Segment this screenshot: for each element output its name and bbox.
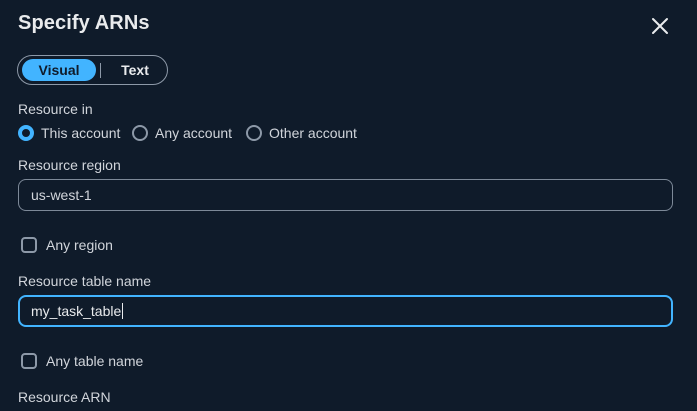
resource-arn-label: Resource ARN xyxy=(18,389,111,405)
mode-segmented-control: Visual Text xyxy=(17,55,168,85)
segment-divider xyxy=(100,63,101,78)
radio-other-account[interactable]: Other account xyxy=(246,124,357,142)
dialog-title: Specify ARNs xyxy=(18,12,150,34)
resource-in-label: Resource in xyxy=(18,101,93,117)
any-table-name-checkbox[interactable]: Any table name xyxy=(21,352,143,370)
resource-table-name-input[interactable]: my_task_table xyxy=(18,295,673,327)
radio-selected-icon xyxy=(18,125,34,141)
radio-label: This account xyxy=(41,125,121,141)
resource-region-input[interactable]: us-west-1 xyxy=(18,179,673,211)
close-icon[interactable] xyxy=(648,14,672,38)
checkbox-unchecked-icon xyxy=(21,237,37,253)
radio-label: Any account xyxy=(155,125,233,141)
any-region-label: Any region xyxy=(46,237,113,253)
text-caret xyxy=(122,303,124,319)
radio-label: Other account xyxy=(269,125,357,141)
text-mode-button[interactable]: Text xyxy=(104,59,166,81)
radio-unselected-icon xyxy=(132,125,148,141)
checkbox-unchecked-icon xyxy=(21,353,37,369)
table-name-value: my_task_table xyxy=(31,303,122,319)
specify-arns-dialog: Specify ARNs Visual Text Resource in Thi… xyxy=(0,0,697,411)
radio-this-account[interactable]: This account xyxy=(18,124,120,142)
resource-table-name-label: Resource table name xyxy=(18,273,152,289)
resource-region-label: Resource region xyxy=(18,157,121,173)
any-table-name-label: Any table name xyxy=(46,353,144,369)
radio-unselected-icon xyxy=(246,125,262,141)
visual-mode-button[interactable]: Visual xyxy=(22,59,96,81)
radio-any-account[interactable]: Any account xyxy=(132,124,232,142)
any-region-checkbox[interactable]: Any region xyxy=(21,236,113,254)
